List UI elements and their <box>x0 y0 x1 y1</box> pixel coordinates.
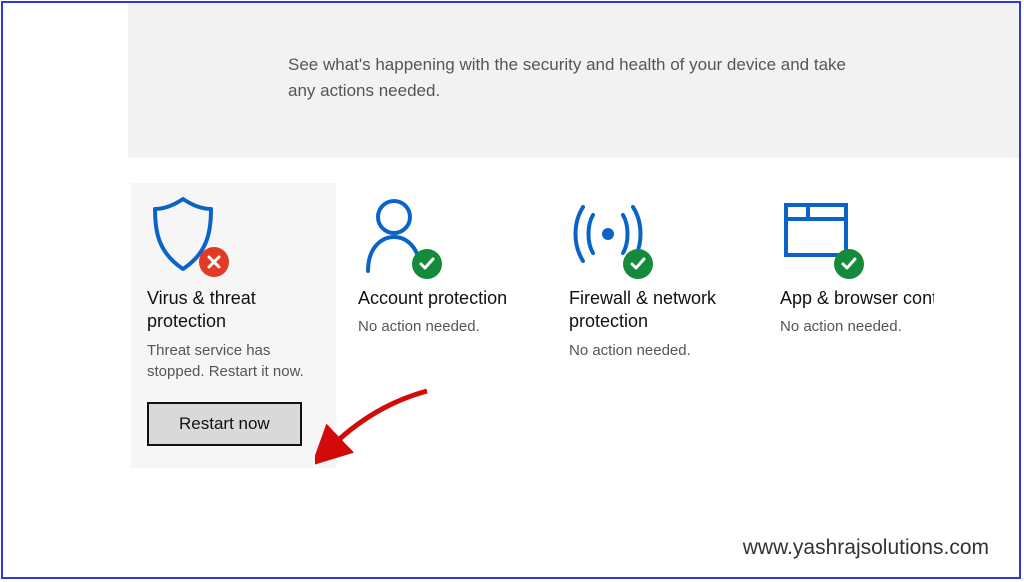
security-tiles: Virus & threat protection Threat service… <box>131 183 1019 468</box>
tile-status: Threat service has stopped. Restart it n… <box>147 340 320 382</box>
network-signal-icon <box>569 195 649 275</box>
check-badge-icon <box>412 249 442 279</box>
shield-icon <box>147 195 227 275</box>
tile-firewall-network[interactable]: Firewall & network protection No action … <box>553 183 758 468</box>
error-badge-icon <box>199 247 229 277</box>
tile-virus-threat[interactable]: Virus & threat protection Threat service… <box>131 183 336 468</box>
tile-status: No action needed. <box>780 316 918 337</box>
intro-text: See what's happening with the security a… <box>288 52 848 103</box>
check-badge-icon <box>623 249 653 279</box>
restart-now-button[interactable]: Restart now <box>147 402 302 446</box>
tile-status: No action needed. <box>569 340 742 361</box>
tile-title: Account protection <box>358 287 531 310</box>
check-badge-icon <box>834 249 864 279</box>
tile-app-browser[interactable]: App & browser control No action needed. <box>764 183 934 468</box>
tile-title: Firewall & network protection <box>569 287 742 334</box>
person-icon <box>358 195 438 275</box>
tile-title: Virus & threat protection <box>147 287 320 334</box>
watermark-text: www.yashrajsolutions.com <box>743 536 989 560</box>
window-icon <box>780 195 860 275</box>
tile-status: No action needed. <box>358 316 531 337</box>
header-band: See what's happening with the security a… <box>128 3 1019 158</box>
tile-account-protection[interactable]: Account protection No action needed. <box>342 183 547 468</box>
tile-title: App & browser control <box>780 287 918 310</box>
